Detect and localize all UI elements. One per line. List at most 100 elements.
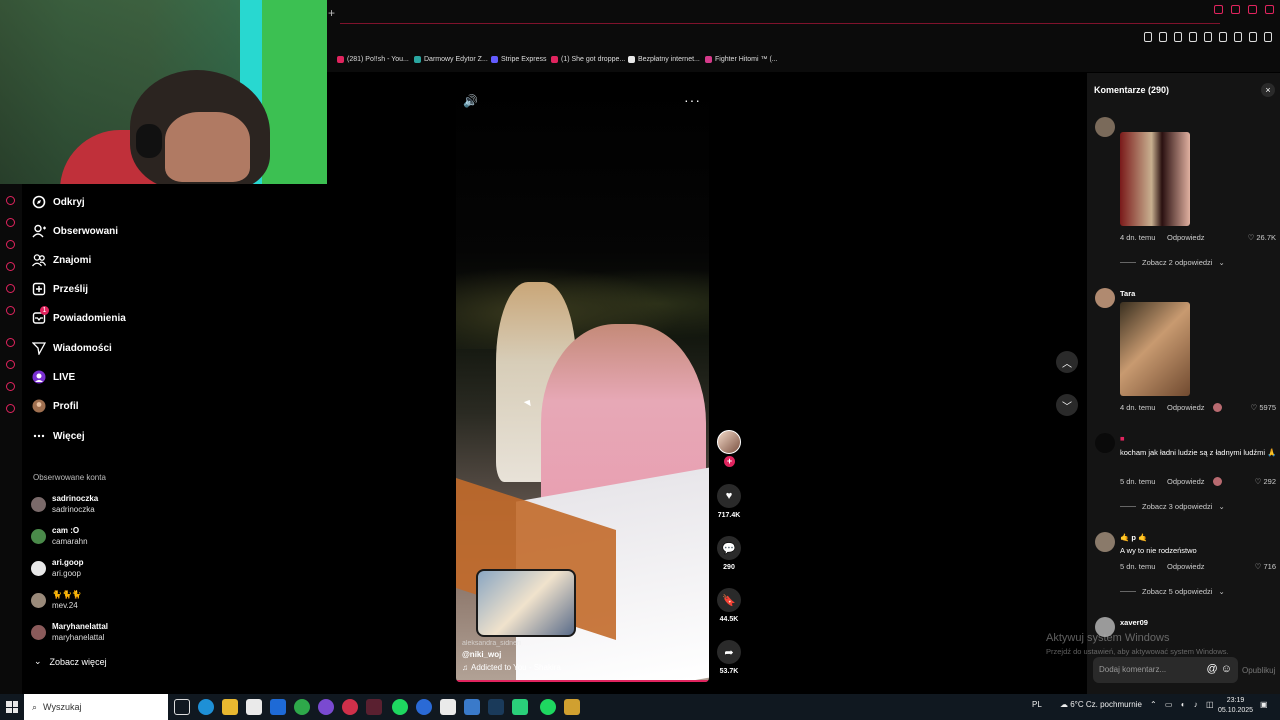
language-indicator[interactable]: PL [1032,700,1042,709]
opera-gx-icon[interactable] [318,699,334,715]
reply-button[interactable]: Odpowiedz [1167,562,1205,571]
taskbar-clock[interactable]: 23:19 05.10.2025 [1218,696,1253,716]
terminal-icon[interactable] [440,699,456,715]
minimize-icon[interactable] [1231,5,1240,14]
app-icon[interactable] [464,699,480,715]
avatar[interactable] [1095,433,1115,453]
app-icon[interactable] [416,699,432,715]
reply-button[interactable]: Odpowiedz [1167,233,1205,242]
follow-plus-button[interactable]: + [724,456,735,467]
nav-item-odkryj[interactable]: Odkryj [32,192,85,212]
outlook-icon[interactable] [270,699,286,715]
spotify-icon[interactable] [540,699,556,715]
view-replies-button[interactable]: Zobacz 3 odpowiedzi ⌄ [1120,502,1225,511]
video-player[interactable]: 🔊 ··· aleksandra_sidneri @niki_woj ♫ Addi… [456,84,709,682]
comment-image[interactable] [1120,302,1190,396]
bookmark-item[interactable]: Stripe Express [491,56,547,63]
opera-icon[interactable] [342,699,358,715]
video-music[interactable]: ♫ Addicted to You - Shakira [462,663,561,672]
pinned-app-icon[interactable] [6,262,15,271]
reply-button[interactable]: Odpowiedz [1167,477,1205,486]
followed-account[interactable]: ari.goop ari.goop [31,557,84,579]
pinned-app-icon[interactable] [6,404,15,413]
publish-button[interactable]: Opublikuj [1242,666,1275,675]
save-action[interactable]: 🔖 44.5K [716,588,742,623]
next-video-button[interactable]: ﹀ [1056,394,1078,416]
windows-start-icon[interactable] [6,701,18,713]
spotify-icon[interactable] [392,699,408,715]
search-tabs-icon[interactable] [1214,5,1223,14]
download-icon[interactable] [1249,32,1257,42]
volume-icon[interactable]: 🔊 [463,94,478,108]
nav-item-live[interactable]: LIVE [32,367,75,387]
see-more-button[interactable]: ⌄ Zobacz więcej [34,656,107,667]
bookmark-item[interactable]: Bezpłatny internet... [628,56,700,63]
nav-item-profil[interactable]: Profil [32,396,79,416]
share-action[interactable]: ➦ 53.7K [716,640,742,675]
comment-username[interactable]: Tara [1120,289,1135,298]
creator-avatar[interactable] [717,430,741,454]
pinned-app-icon[interactable] [6,284,15,293]
comment-action[interactable]: 💬 290 [716,536,742,571]
followed-account[interactable]: Maryhanelattal maryhanelattal [31,621,108,643]
view-replies-button[interactable]: Zobacz 5 odpowiedzi ⌄ [1120,587,1225,596]
video-progress-bar[interactable] [456,680,709,682]
followed-account[interactable]: sadrinoczka sadrinoczka [31,493,98,515]
avatar[interactable] [1095,117,1115,137]
comment-icon[interactable]: 💬 [717,536,741,560]
nav-item-znajomi[interactable]: Znajomi [31,250,91,270]
pinned-app-icon[interactable] [6,306,15,315]
comment-username[interactable]: ■ [1120,434,1125,443]
xbox-icon[interactable] [294,699,310,715]
system-tray-icons[interactable]: ⌃ ▭ ◐ ♪ ◫ [1150,700,1217,709]
menu-icon[interactable] [1264,32,1272,42]
nav-item-wiecej[interactable]: Więcej [32,426,85,446]
avatar[interactable] [1095,288,1115,308]
active-app-icon[interactable] [366,699,382,715]
app-icon[interactable] [564,699,580,715]
bookmark-icon[interactable] [1144,32,1152,42]
share-icon[interactable]: ➦ [717,640,741,664]
task-view-icon[interactable] [174,699,190,715]
comment-username[interactable]: 🤙 p 🤙 [1120,533,1147,542]
steam-icon[interactable] [488,699,504,715]
reply-button[interactable]: Odpowiedz [1167,403,1205,412]
store-icon[interactable] [246,699,262,715]
pinned-app-icon[interactable] [6,240,15,249]
extensions-icon[interactable] [1189,32,1197,42]
pinned-app-icon[interactable] [6,218,15,227]
bookmark-item[interactable]: (1) She got droppe... [551,56,625,63]
bookmark-item[interactable]: (281) Po!!sh - You... [337,56,409,63]
bookmark-item[interactable]: Fighter Hitomi ™ (... [705,56,778,63]
comment-like[interactable]: ♡ 292 [1255,477,1276,486]
profile-icon[interactable] [1234,32,1242,42]
heart-icon[interactable]: ♥ [717,484,741,508]
nav-item-obserwowani[interactable]: Obserwowani [32,221,118,241]
comment-username[interactable]: xaver09 [1120,618,1148,627]
pinned-app-icon[interactable] [6,382,15,391]
weather-widget[interactable]: ☁ 6°C Cz. pochmurnie [1060,700,1142,709]
bookmark-icon[interactable]: 🔖 [717,588,741,612]
like-action[interactable]: ♥ 717.4K [716,484,742,519]
close-comments-button[interactable]: × [1261,83,1275,97]
previous-video-button[interactable]: ︿ [1056,351,1078,373]
followed-account[interactable]: 🐈🐈🐈 mev.24 [31,589,82,611]
nav-item-przeslij[interactable]: Prześlij [32,279,88,299]
bookmark-item[interactable]: Darmowy Edytor Z... [414,56,488,63]
comment-image[interactable] [1120,132,1190,226]
new-tab-button[interactable]: + [328,6,335,20]
comment-input[interactable]: Dodaj komentarz... @ ☺ [1093,657,1238,683]
mention-emoji-icon[interactable]: @ ☺ [1207,663,1232,675]
video-author[interactable]: @niki_woj [462,650,561,659]
maximize-icon[interactable] [1248,5,1257,14]
file-explorer-icon[interactable] [222,699,238,715]
pinned-app-icon[interactable] [6,338,15,347]
comment-like[interactable]: ♡ 26.7K [1248,233,1276,242]
app-icon[interactable] [512,699,528,715]
play-icon[interactable] [1204,32,1212,42]
notifications-icon[interactable]: ▣ [1260,700,1268,709]
pinned-app-icon[interactable] [6,360,15,369]
reading-list-icon[interactable] [1159,32,1167,42]
more-options-icon[interactable]: ··· [684,92,701,108]
pinned-app-icon[interactable] [6,196,15,205]
